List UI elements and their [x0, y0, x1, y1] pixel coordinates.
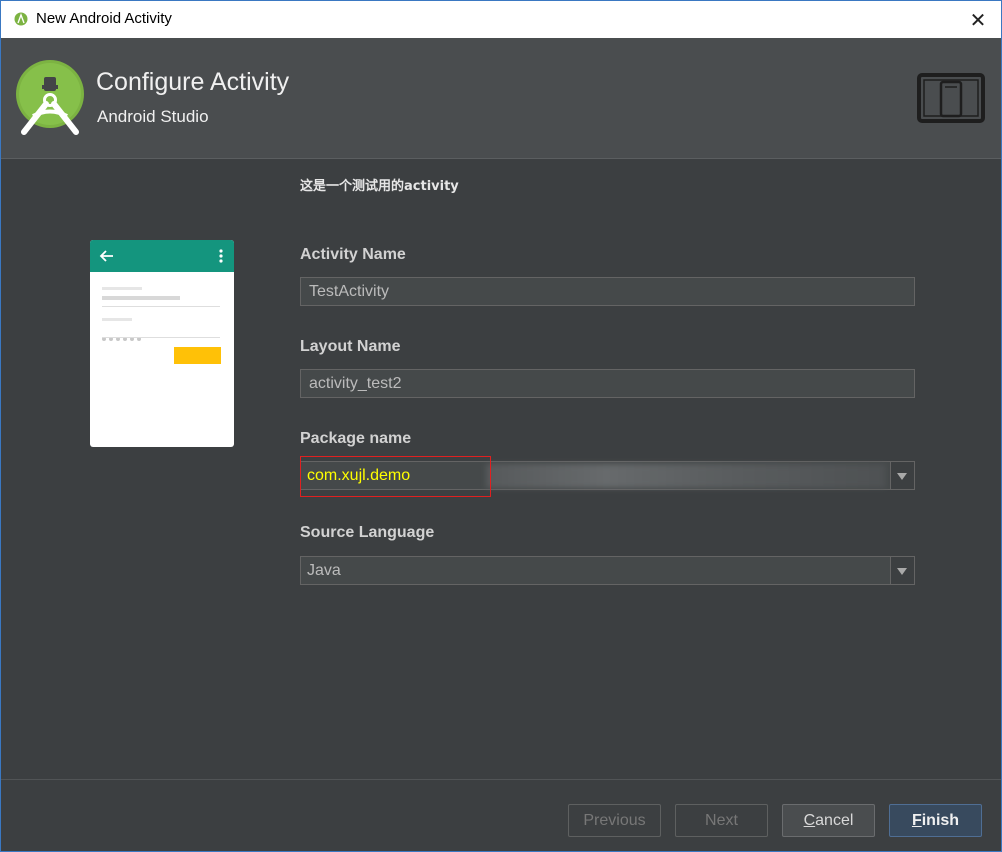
chevron-down-icon[interactable]: [890, 557, 914, 584]
finish-button[interactable]: Finish: [889, 804, 982, 837]
source-language-value: Java: [307, 562, 341, 579]
page-subtitle: Android Studio: [97, 107, 209, 126]
page-title: Configure Activity: [96, 68, 290, 96]
preview-divider: [102, 306, 220, 307]
next-button[interactable]: Next: [675, 804, 768, 837]
close-icon[interactable]: ✕: [955, 1, 1001, 38]
back-arrow-icon: [99, 250, 113, 262]
activity-name-label: Activity Name: [300, 246, 406, 263]
preview-toolbar: [90, 240, 234, 272]
preview-dots: [102, 326, 141, 345]
package-name-label: Package name: [300, 430, 412, 447]
dialog-window: New Android Activity ✕ Configure Activit…: [0, 0, 1002, 852]
source-language-label: Source Language: [300, 524, 435, 541]
tablet-phone-icon: [917, 73, 985, 123]
previous-button[interactable]: Previous: [568, 804, 661, 837]
redacted-area: [486, 464, 886, 488]
android-studio-small-icon: [14, 12, 28, 26]
wizard-header: Configure Activity Android Studio: [1, 38, 1001, 159]
finish-mnemonic: F: [911, 811, 922, 829]
preview-line: [102, 287, 142, 290]
preview-line: [102, 318, 132, 321]
preview-button: [174, 347, 221, 364]
source-language-select[interactable]: Java: [300, 556, 915, 585]
preview-line: [102, 296, 180, 300]
activity-preview: [90, 240, 234, 447]
highlight-box: [300, 456, 491, 497]
activity-name-input[interactable]: [300, 277, 915, 306]
cancel-label: ancel: [815, 811, 854, 829]
cancel-mnemonic: C: [803, 811, 816, 829]
preview-divider: [102, 337, 220, 338]
layout-name-label: Layout Name: [300, 338, 401, 355]
window-title: New Android Activity: [36, 10, 172, 27]
layout-name-input[interactable]: [300, 369, 915, 398]
overflow-menu-icon: [219, 249, 223, 263]
title-bar: New Android Activity ✕: [1, 1, 1001, 38]
cancel-button[interactable]: Cancel: [782, 804, 875, 837]
footer-divider: [1, 779, 1001, 780]
activity-description: 这是一个测试用的activity: [300, 179, 459, 194]
finish-label: inish: [921, 811, 960, 829]
chevron-down-icon[interactable]: [890, 462, 914, 489]
android-studio-logo-icon: [16, 60, 84, 135]
